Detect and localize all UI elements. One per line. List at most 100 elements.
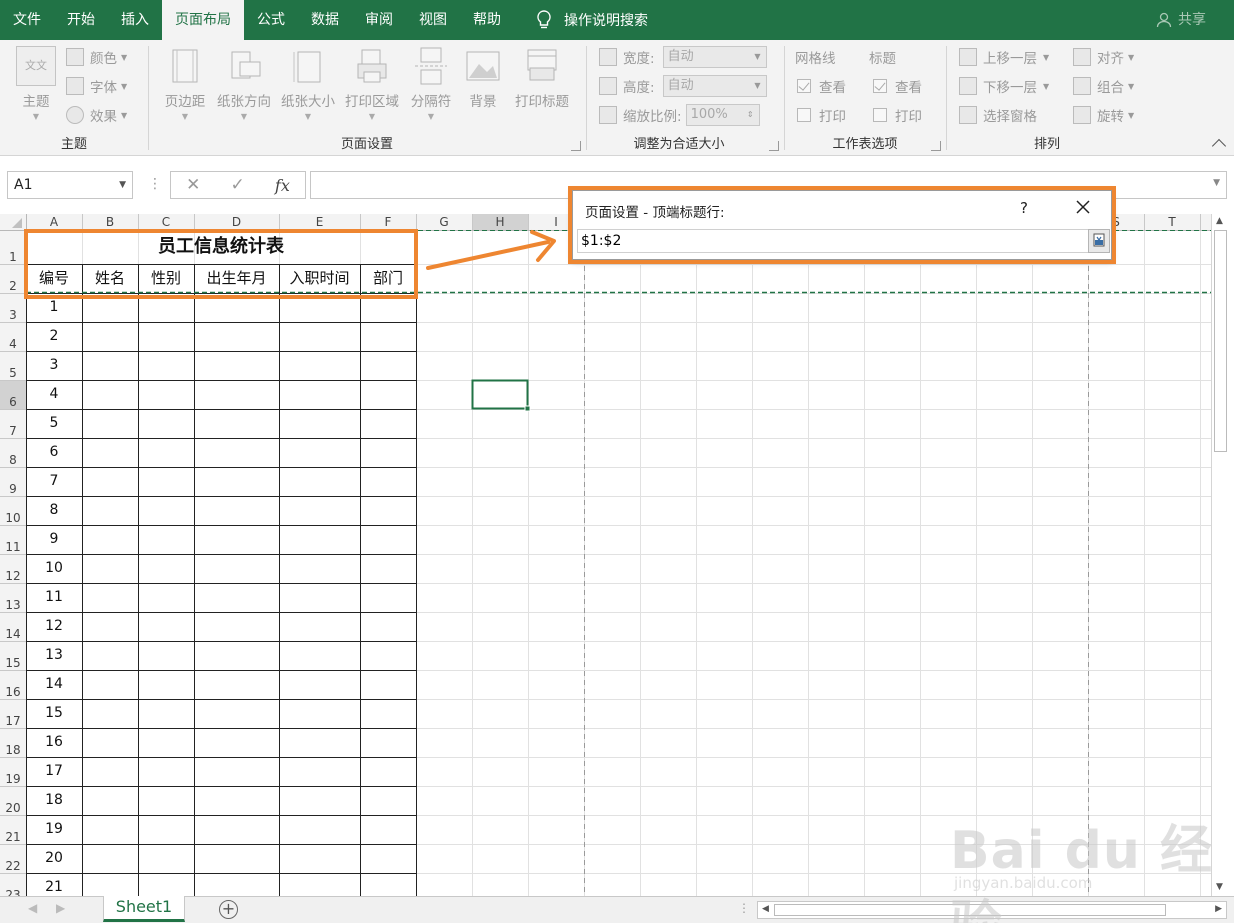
- rows-to-repeat-input[interactable]: [577, 229, 1089, 253]
- gridlines-heading: 网格线: [795, 51, 836, 67]
- lightbulb-icon: [537, 10, 551, 29]
- enter-icon[interactable]: ✓: [231, 175, 245, 195]
- tab-home[interactable]: 开始: [54, 0, 108, 40]
- chevron-down-icon: ▼: [1043, 81, 1050, 91]
- bring-forward-button[interactable]: 上移一层 ▼: [959, 45, 1049, 69]
- tab-insert[interactable]: 插入: [108, 0, 162, 40]
- id-cell: 1: [49, 299, 59, 315]
- tab-formulas[interactable]: 公式: [244, 0, 298, 40]
- selection-pane-icon: [959, 106, 977, 124]
- sheet-options-launcher-icon[interactable]: [931, 141, 941, 151]
- share-button[interactable]: 共享: [1156, 0, 1206, 40]
- chevron-down-icon: ▼: [32, 112, 40, 121]
- close-icon[interactable]: [1073, 197, 1093, 217]
- chevron-down-icon: ▼: [754, 81, 761, 90]
- size-button[interactable]: 纸张大小 ▼: [277, 46, 339, 121]
- scroll-thumb[interactable]: [774, 904, 1166, 916]
- chevron-down-icon: ▼: [1043, 52, 1050, 62]
- tab-review[interactable]: 审阅: [352, 0, 406, 40]
- vertical-scrollbar[interactable]: ▲ ▼: [1211, 214, 1229, 896]
- table-title: 员工信息统计表: [158, 236, 284, 257]
- page-setup-group-label: 页面设置: [340, 137, 393, 152]
- scroll-up-icon[interactable]: ▲: [1216, 216, 1223, 226]
- headings-print-checkbox[interactable]: 打印: [873, 103, 922, 127]
- effects-button[interactable]: 效果 ▼: [66, 103, 127, 127]
- row-header-15: 15: [5, 656, 21, 670]
- align-button[interactable]: 对齐 ▼: [1073, 45, 1134, 69]
- height-value: 自动: [667, 78, 694, 93]
- prev-sheet-icon[interactable]: ◀: [28, 901, 37, 915]
- themes-button[interactable]: 文文 主题 ▼: [12, 46, 60, 121]
- breaks-button[interactable]: 分隔符 ▼: [405, 46, 457, 121]
- expand-dialog-button[interactable]: [1088, 229, 1110, 253]
- id-cell: 3: [49, 357, 59, 373]
- id-cell: 18: [45, 792, 63, 808]
- breaks-label: 分隔符: [410, 94, 452, 110]
- tab-split-grip-icon[interactable]: ⋮: [738, 901, 750, 915]
- height-select[interactable]: 自动 ▼: [662, 75, 767, 97]
- scroll-down-icon[interactable]: ▼: [1216, 882, 1223, 892]
- scroll-right-icon[interactable]: ▶: [1215, 904, 1222, 914]
- cancel-icon[interactable]: ✕: [186, 175, 200, 195]
- scale-launcher-icon[interactable]: [769, 141, 779, 151]
- scroll-thumb[interactable]: [1214, 230, 1227, 452]
- collapse-ribbon-icon[interactable]: [1211, 138, 1227, 154]
- page-setup-launcher-icon[interactable]: [571, 141, 581, 151]
- table-header-cell: 性别: [150, 269, 181, 287]
- background-button[interactable]: 背景: [461, 46, 505, 110]
- id-cell: 13: [45, 647, 63, 663]
- id-cell: 12: [45, 618, 63, 634]
- tab-view[interactable]: 视图: [406, 0, 460, 40]
- tab-data[interactable]: 数据: [298, 0, 352, 40]
- margins-button[interactable]: 页边距 ▼: [159, 46, 211, 121]
- headings-view-checkbox[interactable]: 查看: [873, 74, 922, 98]
- sheet-tab-bar: ◀ ▶ Sheet1 + ⋮ ◀ ▶: [0, 896, 1234, 923]
- column-header-C: C: [161, 215, 171, 229]
- gridlines-print-checkbox[interactable]: 打印: [797, 103, 846, 127]
- scale-label: 缩放比例:: [623, 109, 682, 125]
- tab-page-layout[interactable]: 页面布局: [162, 0, 244, 40]
- width-select[interactable]: 自动 ▼: [662, 46, 767, 68]
- id-cell: 16: [45, 734, 63, 750]
- expand-dialog-icon: [1093, 233, 1105, 247]
- colors-button[interactable]: 颜色 ▼: [66, 45, 127, 69]
- id-cell: 15: [45, 705, 63, 721]
- selection-pane-button[interactable]: 选择窗格: [959, 103, 1037, 127]
- arrange-group-label: 排列: [1033, 137, 1060, 152]
- formula-bar-grip-icon[interactable]: ⋮: [148, 176, 162, 192]
- row-header-9: 9: [9, 482, 17, 496]
- scale-icon: [599, 106, 617, 124]
- id-cell: 7: [49, 473, 59, 489]
- name-box-value: A1: [14, 177, 33, 193]
- ribbon: 文文 主题 ▼ 颜色 ▼ 字体 ▼ 效果 ▼ 主题 页边距 ▼ 纸张方向 ▼ 纸张大小 ▼ …: [0, 40, 1234, 156]
- add-sheet-icon[interactable]: +: [219, 900, 238, 919]
- print-area-button[interactable]: 打印区域 ▼: [341, 46, 403, 121]
- horizontal-scrollbar[interactable]: ◀ ▶: [757, 901, 1227, 919]
- fonts-button[interactable]: 字体 ▼: [66, 74, 127, 98]
- print-titles-button[interactable]: 打印标题: [509, 46, 575, 110]
- chevron-down-icon: ▼: [304, 112, 312, 121]
- tab-help[interactable]: 帮助: [460, 0, 514, 40]
- sheet-tab-sheet1[interactable]: Sheet1: [103, 896, 185, 922]
- tab-file[interactable]: 文件: [0, 0, 54, 40]
- dialog-title: 页面设置 - 顶端标题行:: [585, 205, 725, 221]
- row-header-11: 11: [5, 540, 21, 554]
- name-box[interactable]: A1 ▼: [7, 171, 133, 199]
- tell-me-search[interactable]: 操作说明搜索: [536, 10, 648, 30]
- worksheet-grid[interactable]: ABCDEFGHIJKLMNOPQRST12345678910111213141…: [0, 214, 1234, 896]
- person-icon: [1156, 12, 1172, 28]
- rotate-button[interactable]: 旋转 ▼: [1073, 103, 1134, 127]
- insert-function-button[interactable]: fx: [275, 176, 290, 195]
- scroll-left-icon[interactable]: ◀: [762, 904, 769, 914]
- gridlines-view-checkbox[interactable]: 查看: [797, 74, 846, 98]
- group-button[interactable]: 组合 ▼: [1073, 74, 1134, 98]
- print-area-label: 打印区域: [345, 94, 399, 110]
- next-sheet-icon[interactable]: ▶: [56, 901, 65, 915]
- send-backward-button[interactable]: 下移一层 ▼: [959, 74, 1049, 98]
- orientation-button[interactable]: 纸张方向 ▼: [213, 46, 275, 121]
- chevron-down-icon: ▼: [1128, 110, 1135, 120]
- chevron-down-icon: ▼: [121, 110, 128, 120]
- print-titles-icon: [522, 46, 562, 86]
- scale-spinner[interactable]: 100% ⇕: [685, 104, 760, 126]
- help-button[interactable]: ?: [1020, 199, 1028, 217]
